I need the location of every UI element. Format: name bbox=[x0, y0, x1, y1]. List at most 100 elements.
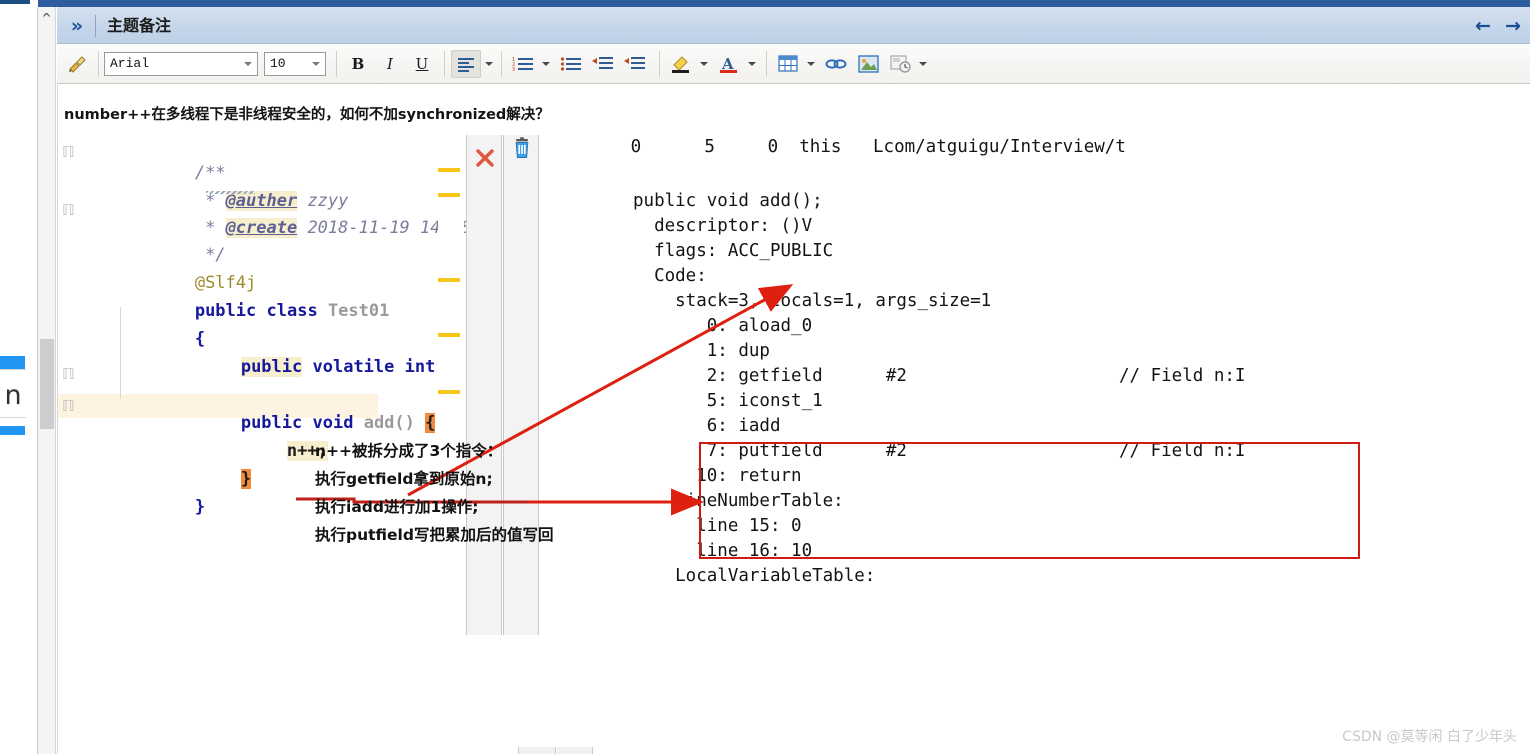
font-size-value: 10 bbox=[270, 56, 286, 71]
align-left-icon[interactable] bbox=[451, 49, 481, 78]
window-titlebar-left-accent bbox=[0, 0, 30, 4]
background-divider-top bbox=[0, 369, 26, 370]
insert-object-icon[interactable] bbox=[885, 50, 915, 78]
svg-text:3: 3 bbox=[512, 67, 515, 72]
ide-code-screenshot: ℿ ℿ ℿ ℿ /** * @auther zzyy * @create 201… bbox=[58, 135, 471, 700]
toolbar-separator-6 bbox=[766, 50, 767, 77]
background-highlight-bar-bottom bbox=[0, 426, 25, 435]
keyword-public: public bbox=[240, 357, 303, 377]
background-divider-bottom bbox=[0, 417, 26, 418]
numbered-list-icon[interactable]: 1 2 3 bbox=[508, 50, 538, 78]
javap-instruction: 0: aload_0 bbox=[633, 316, 813, 336]
javap-method-signature: public void add(); bbox=[633, 191, 823, 211]
toolbar-separator-2 bbox=[336, 50, 337, 77]
javap-local-variable-row: 0 5 0 this Lcom/atguigu/Interview/t bbox=[578, 137, 1126, 157]
keyword-volatile: volatile bbox=[312, 357, 395, 377]
ide-strip-bottom-right bbox=[557, 747, 593, 754]
class-name: Test01 bbox=[327, 301, 390, 321]
ide-action-strip-left bbox=[466, 135, 502, 635]
ide-marker-gutter[interactable] bbox=[438, 135, 464, 635]
increase-indent-icon[interactable] bbox=[620, 50, 650, 78]
code-fold-marker[interactable]: ℿ bbox=[62, 397, 75, 415]
decrease-indent-icon[interactable] bbox=[588, 50, 618, 78]
brace-close-method-highlighted: } bbox=[240, 469, 252, 489]
bold-label: B bbox=[351, 54, 365, 73]
font-size-combo[interactable]: 10 bbox=[264, 51, 326, 76]
gutter-warning-marker[interactable] bbox=[438, 278, 460, 282]
background-highlight-bar-top bbox=[0, 356, 25, 369]
formatting-toolbar: Arial 10 B I U 1 2 3 A bbox=[57, 44, 1530, 84]
javap-stack-line: stack=3, locals=1, args_size=1 bbox=[633, 291, 992, 311]
toolbar-separator-1 bbox=[98, 50, 99, 77]
italic-button[interactable]: I bbox=[375, 50, 405, 78]
arrow-right-icon[interactable]: → bbox=[1501, 14, 1525, 38]
annotation-text-block: n++被拆分成了3个指令： 执行getfield拿到原始n; 执行iadd进行加… bbox=[315, 437, 553, 549]
code-line: } bbox=[72, 477, 205, 537]
code-line: public volatile int n; bbox=[118, 337, 466, 397]
background-panel: n bbox=[0, 7, 38, 754]
chevron-down-icon[interactable] bbox=[309, 53, 323, 75]
toolbar-separator-5 bbox=[659, 50, 660, 77]
font-color-dropdown-caret-icon[interactable] bbox=[748, 61, 756, 66]
font-family-combo[interactable]: Arial bbox=[104, 51, 258, 76]
arrow-left-icon[interactable]: ← bbox=[1471, 14, 1495, 38]
javap-descriptor: descriptor: ()V bbox=[633, 216, 813, 236]
scroll-up-icon[interactable]: ^ bbox=[38, 7, 55, 29]
format-painter-icon[interactable] bbox=[62, 50, 92, 78]
javap-local-variable-table-label: LocalVariableTable: bbox=[633, 566, 876, 586]
gutter-warning-marker[interactable] bbox=[438, 193, 460, 197]
note-editor-body[interactable]: number++在多线程下是非线程安全的，如何不加synchronized解决？… bbox=[57, 85, 1530, 754]
gutter-warning-marker[interactable] bbox=[438, 333, 460, 337]
chevron-down-icon[interactable] bbox=[241, 53, 255, 75]
underline-label: U bbox=[415, 54, 429, 73]
bullet-list-icon[interactable] bbox=[556, 50, 586, 78]
spellcheck-squiggle bbox=[206, 191, 255, 194]
toolbar-separator-3 bbox=[444, 50, 445, 77]
titlebar-separator bbox=[95, 15, 96, 37]
javap-code-label: Code: bbox=[633, 266, 707, 286]
close-x-icon[interactable] bbox=[467, 147, 503, 174]
notes-panel: » 主题备注 ← → Arial 10 B I U 1 2 3 A number… bbox=[56, 7, 1530, 754]
javap-instruction: 6: iadd bbox=[633, 416, 781, 436]
javap-output-screenshot: 0 5 0 this Lcom/atguigu/Interview/t publ… bbox=[578, 135, 1478, 655]
highlighter-icon[interactable] bbox=[666, 50, 696, 78]
window-titlebar-strip bbox=[0, 0, 1530, 7]
scrollbar-thumb[interactable] bbox=[40, 339, 54, 429]
note-text: number++在多线程下是非线程安全的，如何不加synchronized解决？ bbox=[64, 107, 550, 123]
annotation-line-3: 执行iadd进行加1操作; bbox=[315, 498, 479, 516]
insert-object-dropdown-caret-icon[interactable] bbox=[919, 61, 927, 66]
italic-label: I bbox=[387, 54, 393, 73]
ide-action-strip-right bbox=[503, 135, 539, 635]
numbered-list-dropdown-caret-icon[interactable] bbox=[542, 61, 550, 66]
table-icon[interactable] bbox=[773, 50, 803, 78]
highlighter-dropdown-caret-icon[interactable] bbox=[700, 61, 708, 66]
font-family-value: Arial bbox=[110, 56, 150, 71]
annotation-line-1: n++被拆分成了3个指令： bbox=[315, 442, 503, 460]
panel-titlebar: » 主题备注 ← → bbox=[57, 7, 1530, 44]
toolbar-separator-4 bbox=[501, 50, 502, 77]
trash-can-icon[interactable] bbox=[504, 137, 540, 166]
csdn-watermark: CSDN @莫等闲 白了少年头 bbox=[1342, 729, 1517, 745]
javap-instruction: 5: iconst_1 bbox=[633, 391, 823, 411]
font-color-icon[interactable]: A bbox=[714, 50, 744, 78]
annotation-line-4: 执行putfield写把累加后的值写回 bbox=[315, 526, 554, 544]
gutter-warning-marker[interactable] bbox=[438, 390, 460, 394]
javap-instruction: 1: dup bbox=[633, 341, 770, 361]
bold-button[interactable]: B bbox=[343, 50, 373, 78]
background-glyph: n bbox=[4, 380, 22, 411]
javap-flags: flags: ACC_PUBLIC bbox=[633, 241, 834, 261]
gutter-warning-marker[interactable] bbox=[438, 168, 460, 172]
window-vertical-scrollbar[interactable]: ^ bbox=[38, 7, 56, 754]
double-chevron-right-icon[interactable]: » bbox=[65, 15, 89, 37]
hyperlink-icon[interactable] bbox=[821, 50, 851, 78]
annotation-line-2: 执行getfield拿到原始n; bbox=[315, 470, 493, 488]
brace-close-class: } bbox=[194, 497, 206, 517]
ide-strip-bottom-left bbox=[518, 747, 556, 754]
javap-instruction-comment: // Field n:I bbox=[1119, 366, 1246, 386]
table-dropdown-caret-icon[interactable] bbox=[807, 61, 815, 66]
nav-buttons: ← → bbox=[1471, 13, 1525, 39]
javadoc-tag-create: @create bbox=[225, 218, 298, 238]
align-dropdown-caret-icon[interactable] bbox=[485, 61, 493, 66]
underline-button[interactable]: U bbox=[407, 50, 437, 78]
insert-image-icon[interactable] bbox=[853, 50, 883, 78]
